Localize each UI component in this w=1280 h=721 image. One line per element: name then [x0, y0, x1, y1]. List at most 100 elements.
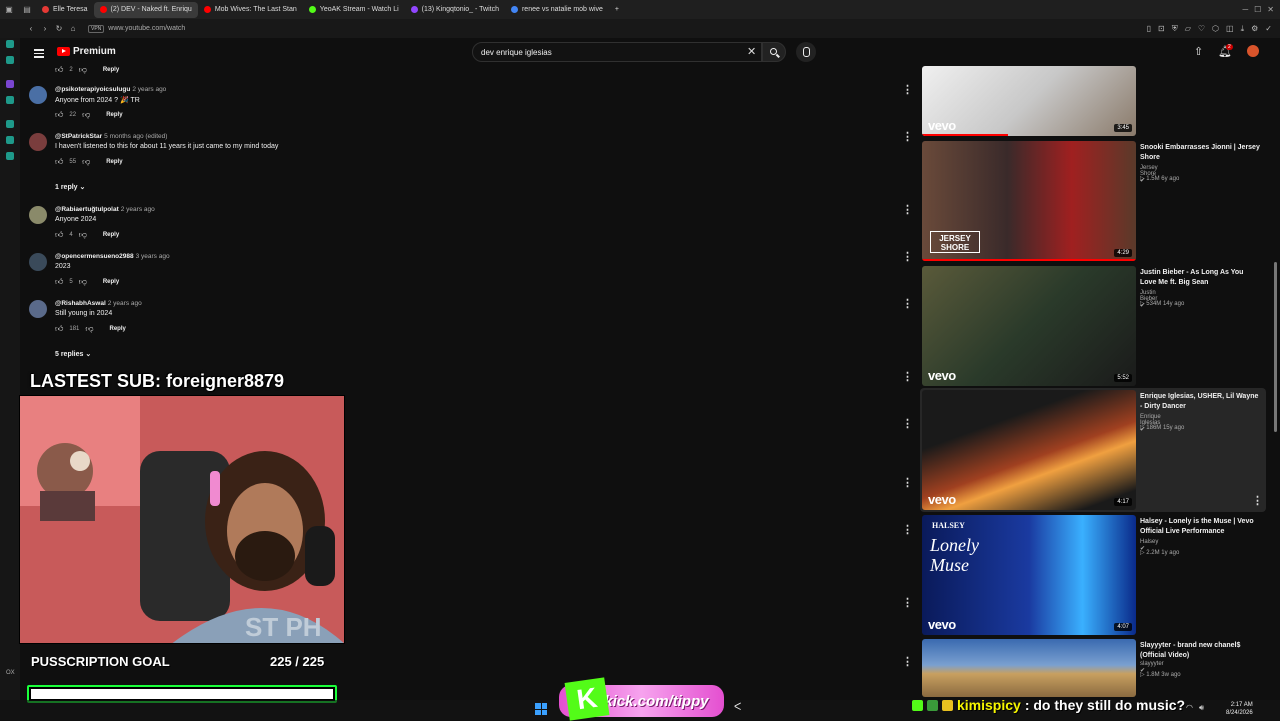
- comment-time[interactable]: 3 years ago: [136, 253, 170, 260]
- extensions-icon[interactable]: ⬡: [1212, 24, 1219, 34]
- tab-5[interactable]: renee vs natalie mob wive: [505, 2, 609, 18]
- avatar[interactable]: [29, 133, 47, 151]
- more-options-icon[interactable]: ⋮: [902, 130, 913, 143]
- comment-author[interactable]: @RishabhAswal: [55, 300, 106, 307]
- like-icon[interactable]: 👍︎: [55, 324, 63, 334]
- avatar[interactable]: [1247, 45, 1259, 57]
- reply-button[interactable]: Reply: [106, 159, 122, 165]
- taskbar-clock[interactable]: 2:17 AM 8/24/2026: [1226, 701, 1253, 717]
- video-thumbnail[interactable]: JERSEY SHORE 4:29: [922, 141, 1136, 261]
- avatar[interactable]: [29, 86, 47, 104]
- vpn-badge[interactable]: VPN: [88, 24, 105, 33]
- more-options-icon[interactable]: ⋮: [902, 476, 913, 489]
- more-options-icon[interactable]: ⋮: [902, 203, 913, 216]
- youtube-logo[interactable]: Premium: [57, 46, 116, 57]
- video-title[interactable]: Enrique Iglesias, USHER, Lil Wayne - Dir…: [1140, 392, 1260, 412]
- shield-icon[interactable]: ⛨: [1172, 24, 1178, 34]
- video-thumbnail[interactable]: vevo 3:45: [922, 66, 1136, 136]
- minimize-icon[interactable]: ─: [1242, 5, 1248, 14]
- windows-start-icon[interactable]: [535, 703, 547, 715]
- reload-icon[interactable]: ↻: [52, 24, 66, 33]
- avatar[interactable]: [29, 300, 47, 318]
- more-options-icon[interactable]: ⋮: [1252, 494, 1263, 507]
- more-options-icon[interactable]: ⋮: [902, 523, 913, 536]
- snapshot-icon[interactable]: ◫: [1226, 24, 1234, 34]
- dislike-icon[interactable]: 👎︎: [85, 324, 93, 334]
- maximize-icon[interactable]: ☐: [1254, 5, 1261, 14]
- wifi-icon[interactable]: ◠: [1186, 703, 1193, 713]
- gear-side-icon[interactable]: [6, 152, 14, 160]
- heart-icon[interactable]: ♡: [1198, 24, 1205, 34]
- search-input[interactable]: dev enrique iglesias: [472, 42, 762, 62]
- reply-button[interactable]: Reply: [106, 112, 122, 118]
- download-side-icon[interactable]: [6, 136, 14, 144]
- video-thumbnail[interactable]: [922, 639, 1136, 697]
- like-icon[interactable]: 👍︎: [55, 157, 63, 167]
- twitch-icon[interactable]: [6, 80, 14, 88]
- comment-time[interactable]: 2 years ago: [121, 206, 155, 213]
- percent-icon[interactable]: [6, 96, 14, 104]
- close-icon[interactable]: ✕: [1267, 5, 1274, 14]
- more-options-icon[interactable]: ⋮: [902, 83, 913, 96]
- like-icon[interactable]: 👍︎: [55, 65, 63, 75]
- more-options-icon[interactable]: ⋮: [902, 250, 913, 263]
- tab-0[interactable]: Elle Teresa: [36, 2, 94, 18]
- like-icon[interactable]: 👍︎: [55, 230, 63, 240]
- dislike-icon[interactable]: 👎︎: [82, 157, 90, 167]
- tab-3[interactable]: YeoAK Stream - Watch Li: [303, 2, 405, 18]
- new-tab-button[interactable]: +: [609, 2, 625, 18]
- whatsapp-icon[interactable]: [6, 56, 14, 64]
- menu-icon[interactable]: [34, 47, 44, 60]
- video-title[interactable]: Slayyyter - brand new chanel$ (Official …: [1140, 641, 1260, 661]
- video-thumbnail[interactable]: vevo 5:52: [922, 266, 1136, 386]
- clear-search-icon[interactable]: ✕: [747, 45, 756, 58]
- show-replies-button[interactable]: 5 replies ⌄: [55, 350, 91, 358]
- tv-icon[interactable]: [6, 120, 14, 128]
- comment-time[interactable]: 2 years ago: [108, 300, 142, 307]
- tab-4[interactable]: (13) Kingqtonio_ - Twitch: [405, 2, 505, 18]
- more-options-icon[interactable]: ⋮: [902, 596, 913, 609]
- tabs-menu-icon[interactable]: ▤: [18, 5, 36, 14]
- back-icon[interactable]: ‹: [24, 24, 38, 33]
- video-title[interactable]: Snooki Embarrasses Jionni | Jersey Shore: [1140, 143, 1260, 163]
- comment-author[interactable]: @opencermensueno2988: [55, 253, 134, 260]
- reply-button[interactable]: Reply: [110, 326, 126, 332]
- like-icon[interactable]: 👍︎: [55, 110, 63, 120]
- bookmark-icon[interactable]: ▯: [1147, 24, 1151, 34]
- video-thumbnail[interactable]: vevo 4:17: [922, 390, 1136, 510]
- forward-icon[interactable]: ›: [38, 24, 52, 33]
- settings-icon[interactable]: ⚙: [1251, 24, 1258, 34]
- download-icon[interactable]: ⤓: [1241, 24, 1245, 34]
- voice-search-icon[interactable]: [796, 42, 816, 62]
- url-field[interactable]: www.youtube.com/watch: [108, 25, 185, 32]
- avatar[interactable]: [29, 206, 47, 224]
- messenger-icon[interactable]: [6, 40, 14, 48]
- comment-author[interactable]: @Rabiaertuğtulpolat: [55, 206, 119, 213]
- volume-icon[interactable]: 🔊︎: [1199, 703, 1204, 713]
- video-title[interactable]: Halsey - Lonely is the Muse | Vevo Offic…: [1140, 517, 1260, 537]
- workspace-icon[interactable]: ▣: [0, 5, 18, 14]
- more-options-icon[interactable]: ⋮: [902, 297, 913, 310]
- like-icon[interactable]: 👍︎: [55, 277, 63, 287]
- comment-time[interactable]: 5 months ago (edited): [104, 133, 167, 140]
- comment-time[interactable]: 2 years ago: [132, 86, 166, 93]
- dislike-icon[interactable]: 👎︎: [79, 230, 87, 240]
- screenshot-icon[interactable]: ⊡: [1158, 24, 1165, 34]
- flow-icon[interactable]: ▱: [1185, 24, 1191, 34]
- scrollbar[interactable]: [1274, 262, 1277, 432]
- dislike-icon[interactable]: 👎︎: [79, 277, 87, 287]
- tab-2[interactable]: Mob Wives: The Last Stan: [198, 2, 303, 18]
- avatar[interactable]: [29, 253, 47, 271]
- ai-icon[interactable]: ✓: [1265, 24, 1272, 34]
- dislike-icon[interactable]: 👎︎: [79, 65, 87, 75]
- comment-author[interactable]: @StPatrickStar: [55, 133, 102, 140]
- taskbar-app-icon[interactable]: ᐸ: [734, 702, 741, 713]
- more-options-icon[interactable]: ⋮: [902, 655, 913, 668]
- search-button[interactable]: [762, 42, 786, 62]
- video-thumbnail[interactable]: HALSEY Lonely Muse vevo 4:07: [922, 515, 1136, 635]
- tab-1[interactable]: (2) DEV - Naked ft. Enriqu: [93, 1, 198, 18]
- comment-author[interactable]: @psikoterapiyoicsulugu: [55, 86, 130, 93]
- reply-button[interactable]: Reply: [103, 67, 119, 73]
- home-icon[interactable]: ⌂: [66, 24, 80, 33]
- dislike-icon[interactable]: 👎︎: [82, 110, 90, 120]
